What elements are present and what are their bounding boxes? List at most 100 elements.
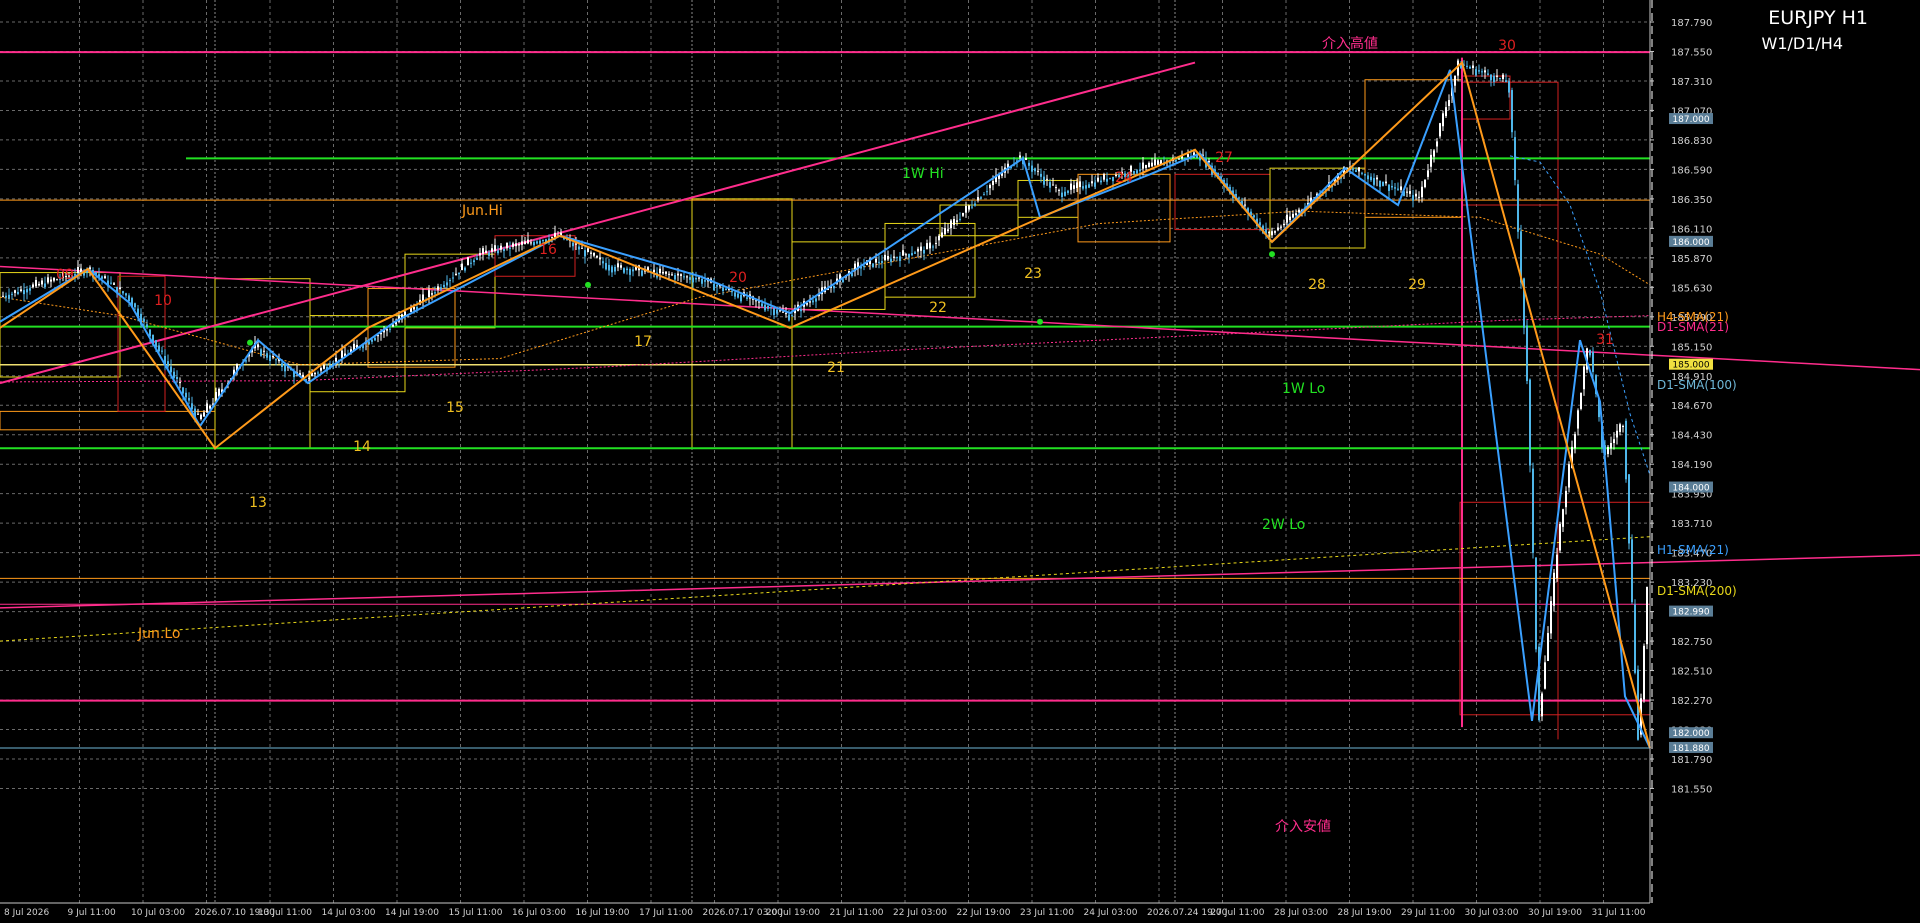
candle-body [302,374,304,378]
candle-body [437,286,439,290]
candle-body [716,285,718,287]
day-label: 17 [634,334,652,350]
candle-body [590,252,592,254]
candle-body [1436,141,1438,147]
time-tick-label: 14 Jul 19:00 [385,908,439,918]
time-tick-label: 30 Jul 03:00 [1465,908,1519,918]
week-high-label: 1W Hi [902,166,944,182]
candle-body [1358,167,1360,172]
candle-body [1478,70,1480,72]
chart-background [0,0,1920,923]
candle-body [110,282,112,284]
candle-body [1418,196,1420,198]
candle-body [893,256,895,258]
candle-body [1472,65,1474,69]
candle-body [551,237,553,239]
candle-body [1028,162,1030,166]
candle-body [1274,231,1276,233]
price-tick-label: 186.350 [1671,195,1712,206]
candle-body [173,371,175,378]
price-tick-label: 184.430 [1671,431,1712,442]
candle-body [929,242,931,249]
candle-body [713,283,715,291]
candle-body [203,412,205,417]
candle-body [527,239,529,244]
candle-body [1097,177,1099,182]
time-tick-label: 16 Jul 19:00 [576,908,630,918]
candle-body [314,372,316,375]
candle-body [629,268,631,275]
pivot-dot [585,281,591,288]
candle-body [881,261,883,263]
intervention-low-label: 介入安値 [1275,819,1331,835]
candle-body [953,219,955,225]
candle-body [47,277,49,283]
time-tick-label: 15 Jul 11:00 [449,908,503,918]
candle-body [773,308,775,316]
time-tick-label: 31 Jul 11:00 [1592,908,1646,918]
candle-body [662,271,664,274]
candle-body [947,229,949,232]
candle-body [1085,185,1087,189]
price-badge-label: 186.000 [1672,238,1709,248]
price-badge-label: 182.990 [1672,608,1709,618]
candle-body [1499,77,1501,79]
candle-body [23,290,25,295]
candle-body [1019,155,1021,158]
candle-body [1613,439,1615,444]
candle-body [434,292,436,294]
day-label: 21 [827,360,845,376]
candle-body [542,239,544,242]
candle-body [1088,184,1090,188]
candle-body [959,218,961,220]
price-tick-label: 184.670 [1671,401,1712,412]
candle-body [512,243,514,247]
candle-body [440,287,442,290]
time-tick-label: 29 Jul 11:00 [1401,908,1455,918]
candle-body [128,295,130,302]
candle-body [1439,123,1441,137]
candle-body [17,291,19,294]
candle-body [266,353,268,358]
price-tick-label: 182.750 [1671,637,1712,648]
price-chart[interactable]: 09 10 13 14 15 16 17 20 21 22 23 24 27 28 29 30 31 187.7… [0,0,1920,923]
price-badge-label: 187.000 [1672,115,1709,125]
candle-body [1634,604,1636,673]
chart-window[interactable]: 09 10 13 14 15 16 17 20 21 22 23 24 27 28 29 30 31 187.7… [0,0,1920,923]
candle-body [1253,215,1255,218]
price-badge-label: 181.880 [1672,744,1709,754]
candle-body [113,283,115,285]
candle-body [176,376,178,380]
d1-sma100-label: D1-SMA(100) [1657,378,1737,392]
candle-body [1043,176,1045,185]
candle-body [503,248,505,252]
candle-body [1076,182,1078,188]
candle-body [134,303,136,308]
day-label: 27 [1215,150,1233,166]
candle-body [914,252,916,254]
candle-body [179,382,181,384]
candle-body [275,359,277,361]
candle-body [389,328,391,330]
candle-body [734,292,736,297]
time-tick-label: 20 Jul 19:00 [766,908,820,918]
candle-body [1412,195,1414,201]
candle-body [308,377,310,379]
candle-body [782,311,784,313]
candle-body [1430,154,1432,167]
candle-body [284,365,286,372]
price-tick-label: 186.110 [1671,224,1712,235]
candle-body [1277,227,1279,231]
candle-body [1442,113,1444,127]
candle-body [386,329,388,331]
d1-sma21-label: D1-SMA(21) [1657,320,1729,334]
candle-body [1064,191,1066,196]
candle-body [167,361,169,367]
candle-body [599,257,601,260]
candle-body [926,243,928,250]
candle-body [1421,186,1423,198]
candle-body [1106,178,1108,182]
candle-body [932,246,934,248]
candle-body [1244,204,1246,206]
candle-body [1550,601,1552,634]
